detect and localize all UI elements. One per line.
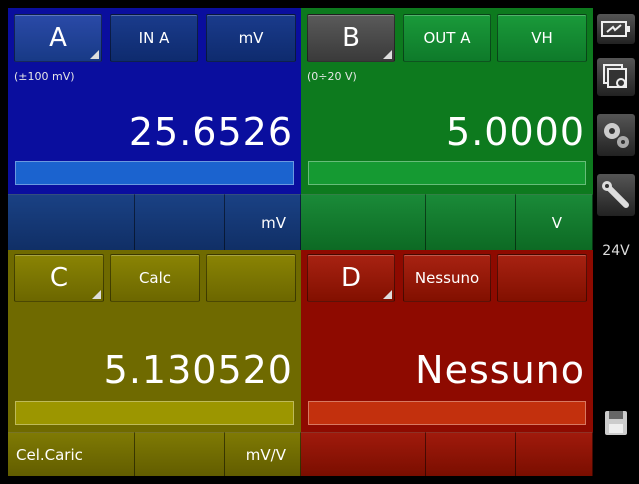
channel-d-footer-middle[interactable]	[426, 432, 516, 476]
channel-b-button[interactable]: B	[307, 14, 395, 62]
channel-c-footer-middle[interactable]	[135, 432, 225, 476]
channel-c-footer-unit[interactable]: mV/V	[225, 432, 301, 476]
channel-d-footer-unit[interactable]	[516, 432, 593, 476]
channel-a-footer-unit[interactable]: mV	[225, 194, 301, 250]
channel-a-range: (±100 mV)	[14, 70, 75, 83]
battery-icon	[601, 21, 630, 37]
supply-24v-label: 24V	[602, 243, 630, 259]
channel-d-value: Nessuno	[415, 348, 585, 392]
channel-b-label: B	[342, 23, 360, 53]
window-settings-icon	[603, 64, 627, 88]
channel-c-button[interactable]: C	[14, 254, 104, 302]
channel-a-function-label: IN A	[138, 29, 170, 47]
channel-a-footer-unit-label: mV	[261, 213, 286, 232]
channel-c-panel: C Calc 5.130520 Cel.Caric mV/V	[8, 250, 301, 476]
channel-b-value: 5.0000	[446, 110, 585, 154]
channel-a-unit-button[interactable]: mV	[206, 14, 296, 62]
channel-b-footer-unit[interactable]: V	[516, 194, 593, 250]
channel-a-unit-label: mV	[238, 29, 264, 47]
channel-b-function-label: OUT A	[423, 29, 471, 47]
channel-c-footer-left[interactable]: Cel.Caric	[8, 432, 135, 476]
save-icon	[605, 411, 627, 435]
channel-b-unit-label: VH	[531, 29, 553, 47]
supply-24v-button[interactable]: 24V	[597, 236, 635, 266]
channel-b-footer-unit-label: V	[551, 213, 562, 232]
channel-a-panel: A IN A mV (±100 mV) 25.6526 mV	[8, 8, 301, 250]
channel-d-function-label: Nessuno	[414, 269, 480, 287]
sidebar: 24V	[593, 0, 639, 484]
corner-indicator-icon	[383, 290, 392, 299]
channel-c-unit-button[interactable]	[206, 254, 296, 302]
channel-d-function-button[interactable]: Nessuno	[403, 254, 491, 302]
channel-b-range: (0÷20 V)	[307, 70, 357, 83]
channel-a-footer-middle[interactable]	[135, 194, 225, 250]
save-button[interactable]	[597, 404, 635, 442]
wrench-icon	[602, 181, 629, 208]
channel-b-function-button[interactable]: OUT A	[403, 14, 491, 62]
channel-d-bargraph	[308, 401, 586, 425]
channel-d-button[interactable]: D	[307, 254, 395, 302]
channel-c-footer-unit-label: mV/V	[245, 445, 286, 464]
gears-button[interactable]	[597, 114, 635, 156]
channel-b-unit-button[interactable]: VH	[497, 14, 587, 62]
channel-b-bargraph	[308, 161, 586, 185]
gears-icon	[604, 123, 629, 148]
window-settings-button[interactable]	[597, 58, 635, 96]
battery-button[interactable]	[597, 14, 635, 44]
channel-d-label: D	[340, 263, 362, 293]
channel-a-function-button[interactable]: IN A	[110, 14, 198, 62]
channel-c-footer-left-label: Cel.Caric	[16, 445, 83, 464]
channel-a-value: 25.6526	[128, 110, 293, 154]
channel-a-bargraph	[15, 161, 294, 185]
channel-b-panel: B OUT A VH (0÷20 V) 5.0000 V	[301, 8, 593, 250]
channel-c-value: 5.130520	[103, 348, 293, 392]
channel-b-footer-left[interactable]	[301, 194, 426, 250]
channel-d-panel: D Nessuno Nessuno	[301, 250, 593, 476]
channel-d-unit-button[interactable]	[497, 254, 587, 302]
channel-d-footer-left[interactable]	[301, 432, 426, 476]
channel-a-footer-left[interactable]	[8, 194, 135, 250]
channel-c-function-label: Calc	[138, 269, 172, 287]
corner-indicator-icon	[383, 50, 392, 59]
channel-c-bargraph	[15, 401, 294, 425]
channel-c-function-button[interactable]: Calc	[110, 254, 200, 302]
channel-b-footer-middle[interactable]	[426, 194, 516, 250]
corner-indicator-icon	[90, 50, 99, 59]
channel-a-label: A	[49, 23, 67, 53]
channel-a-button[interactable]: A	[14, 14, 102, 62]
channel-c-label: C	[49, 263, 69, 293]
wrench-button[interactable]	[597, 174, 635, 216]
corner-indicator-icon	[92, 290, 101, 299]
